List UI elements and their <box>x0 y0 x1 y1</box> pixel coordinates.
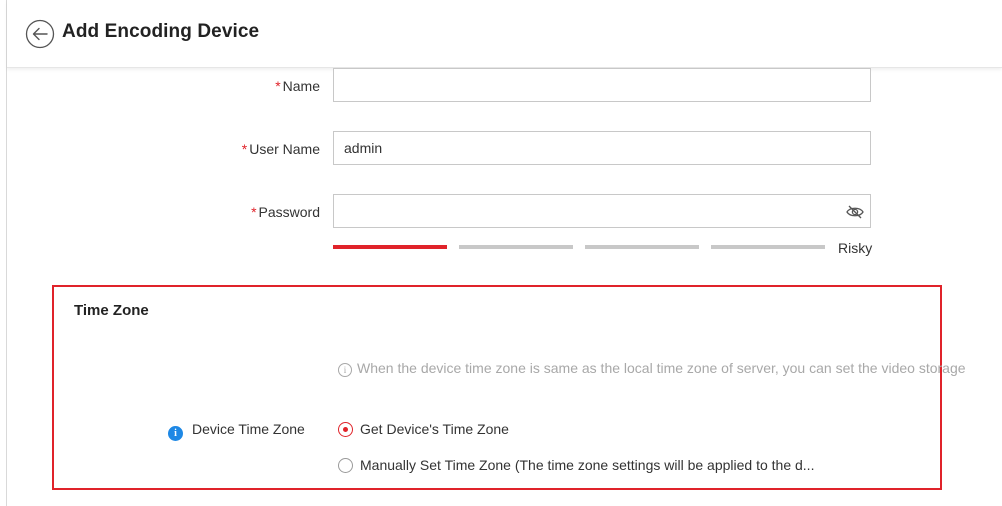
name-input[interactable] <box>333 68 871 102</box>
radio-checked-icon[interactable] <box>338 422 353 437</box>
back-arrow-icon[interactable] <box>25 19 55 49</box>
radio-manually-set-time-zone[interactable]: Manually Set Time Zone (The time zone se… <box>338 457 814 473</box>
info-outline-icon: i <box>338 363 352 377</box>
strength-segment-1 <box>333 245 447 249</box>
required-asterisk: * <box>251 204 257 220</box>
strength-label: Risky <box>838 240 873 256</box>
password-label: * Password <box>251 204 320 220</box>
page-header: Add Encoding Device <box>7 0 1002 68</box>
name-label: * Name <box>275 78 320 94</box>
required-asterisk: * <box>241 141 248 157</box>
required-asterisk: * <box>275 78 281 94</box>
time-zone-title: Time Zone <box>74 302 149 319</box>
time-zone-info-note: i When the device time zone is same as th… <box>338 360 1002 377</box>
radio-get-device-time-zone[interactable]: Get Device's Time Zone <box>338 421 509 437</box>
password-input[interactable] <box>333 194 871 228</box>
page-title: Add Encoding Device <box>62 21 260 42</box>
user-name-label: * User Name <box>241 141 320 157</box>
strength-segment-2 <box>459 245 573 249</box>
info-icon[interactable]: i <box>168 426 183 441</box>
user-name-input[interactable] <box>333 131 871 165</box>
radio-unchecked-icon[interactable] <box>338 458 353 473</box>
left-border <box>6 0 7 506</box>
eye-slash-icon[interactable] <box>845 204 865 220</box>
device-time-zone-label: i Device Time Zone <box>168 421 305 441</box>
strength-segment-4 <box>711 245 825 249</box>
strength-segment-3 <box>585 245 699 249</box>
